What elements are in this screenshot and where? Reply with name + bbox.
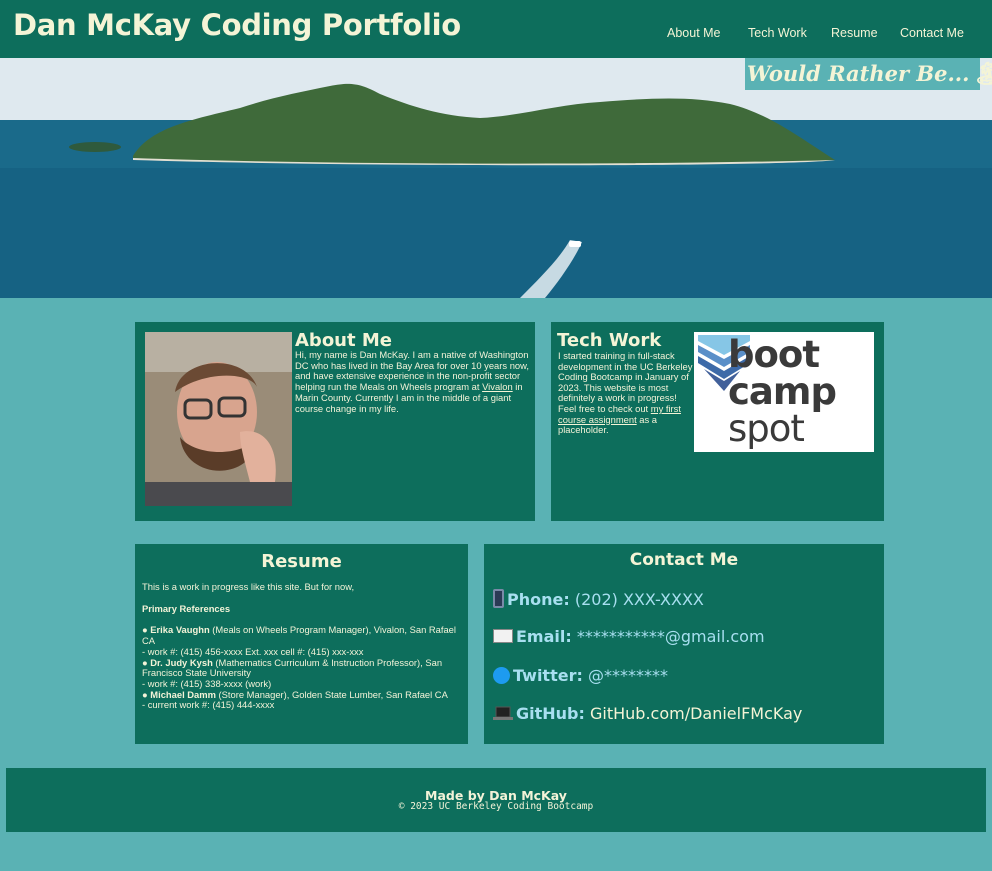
twitter-value[interactable]: @******** [588,666,668,685]
reference-item: ● Dr. Judy Kysh (Mathematics Curriculum … [142,656,443,679]
palm-island-icon: 🏝 [973,61,992,87]
resume-body: This is a work in progress like this sit… [142,581,462,711]
site-title: Dan McKay Coding Portfolio [13,8,461,42]
bootcamp-spot-wordmark: boot camp spot [728,333,837,450]
island-scene [0,58,992,298]
resume-section: Resume This is a work in progress like t… [135,544,468,744]
nav-resume[interactable]: Resume [831,26,878,40]
footer-copyright: © 2023 UC Berkeley Coding Bootcamp [398,801,594,812]
contact-me-section: Contact Me Phone: (202) XXX-XXXX Email: … [484,544,884,744]
email-value[interactable]: ***********@gmail.com [577,627,765,646]
twitter-row: Twitter: @******** [493,666,668,685]
mobile-phone-icon [493,589,504,608]
site-header: Dan McKay Coding Portfolio About Me Tech… [0,0,992,58]
laptop-icon [493,706,513,720]
envelope-icon [493,629,513,643]
bootcamp-spot-logo[interactable]: boot camp spot [694,332,874,452]
phone-value: (202) XXX-XXXX [574,590,704,609]
reference-contact: - current work #: (415) 444-xxxx [142,699,275,711]
vivalon-link[interactable]: Vivalon [482,381,513,392]
phone-row: Phone: (202) XXX-XXXX [493,589,704,609]
resume-intro: This is a work in progress like this sit… [142,581,355,592]
reference-item: ● Erika Vaughn (Meals on Wheels Program … [142,624,456,647]
resume-heading: Resume [261,551,342,572]
about-me-heading: About Me [295,330,392,351]
contact-me-heading: Contact Me [629,550,739,570]
primary-references-heading: Primary References [142,602,231,614]
nav-tech-work[interactable]: Tech Work [748,26,807,40]
would-rather-be-banner: Would Rather Be... 🏝 [745,58,992,90]
profile-photo [145,332,292,506]
hero-banner-image [0,58,992,298]
about-me-text: Hi, my name is Dan McKay. I am a native … [295,349,529,414]
nav-contact-me[interactable]: Contact Me [900,26,964,40]
about-me-section: About Me Hi, my name is Dan McKay. I am … [135,322,535,521]
tech-work-section: Tech Work I started training in full-sta… [551,322,884,521]
github-link[interactable]: GitHub.com/DanielFMcKay [590,704,802,723]
github-row: GitHub: GitHub.com/DanielFMcKay [493,704,802,723]
nav-about-me[interactable]: About Me [667,26,721,40]
twitter-bird-icon [493,667,510,684]
tagline-text: Would Rather Be... [747,61,970,86]
tech-work-heading: Tech Work [557,330,662,351]
site-footer: Made by Dan McKay © 2023 UC Berkeley Cod… [6,768,986,832]
tech-work-text: I started training in full-stack develop… [558,350,693,436]
email-row: Email: ***********@gmail.com [493,627,765,646]
